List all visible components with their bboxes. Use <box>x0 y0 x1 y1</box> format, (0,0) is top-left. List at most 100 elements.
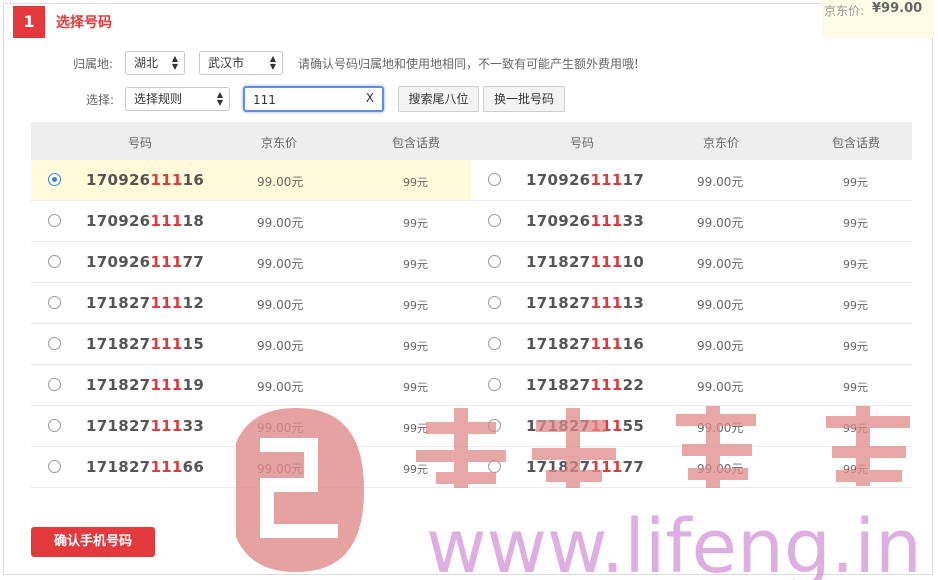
phone-number: 17182711177 <box>526 458 644 476</box>
number-option[interactable]: 17182711133 99.00元 99元 <box>31 406 471 446</box>
number-radio[interactable] <box>48 296 61 309</box>
price-value: ¥99.00 <box>872 1 923 16</box>
clear-search-icon[interactable]: X <box>366 91 374 105</box>
number-option[interactable]: 17182711155 99.00元 99元 <box>471 406 911 446</box>
number-option[interactable]: 17182711177 99.00元 99元 <box>471 447 911 487</box>
number-highlight: 111 <box>150 458 183 476</box>
number-option[interactable]: 17182711166 99.00元 99元 <box>31 447 471 487</box>
number-radio[interactable] <box>488 214 501 227</box>
number-option[interactable]: 17092611133 99.00元 99元 <box>471 201 911 241</box>
number-prefix: 171827 <box>526 253 591 271</box>
table-row: 17092611118 99.00元 99元 17092611133 99.00元 99元 <box>31 201 912 242</box>
location-hint: 请确认号码归属地和使用地相同，不一致有可能产生额外费用哦! <box>298 57 639 71</box>
rule-value: 选择规则 <box>134 92 183 106</box>
number-prefix: 170926 <box>526 212 591 230</box>
table-row: 17182711119 99.00元 99元 17182711122 99.00元 99元 <box>31 365 912 406</box>
table-row: 17092611116 99.00元 99元 17092611117 99.00元 99元 <box>31 160 912 201</box>
search-last-eight-button[interactable]: 搜索尾八位 <box>398 86 479 112</box>
number-radio[interactable] <box>488 173 501 186</box>
confirm-number-button[interactable]: 确认手机号码 <box>31 527 155 557</box>
table-row: 17182711115 99.00元 99元 17182711116 99.00元 99元 <box>31 324 912 365</box>
phone-number: 17182711155 <box>526 417 644 435</box>
number-prefix: 171827 <box>526 458 591 476</box>
number-option[interactable]: 17092611118 99.00元 99元 <box>31 201 471 241</box>
jd-price: 99.00元 <box>257 216 304 230</box>
jd-price: 99.00元 <box>257 462 304 476</box>
city-select[interactable]: 武汉市 ▲ ▼ <box>199 51 283 75</box>
table-row: 17092611177 99.00元 99元 17182711110 99.00元 99元 <box>31 242 912 283</box>
number-radio[interactable] <box>48 378 61 391</box>
number-radio[interactable] <box>48 214 61 227</box>
number-suffix: 12 <box>182 294 205 312</box>
jd-price: 99.00元 <box>257 421 304 435</box>
rule-select[interactable]: 选择规则 ▲ ▼ <box>125 87 230 111</box>
number-radio[interactable] <box>488 419 501 432</box>
number-highlight: 111 <box>150 294 183 312</box>
phone-number: 17182711112 <box>86 294 204 312</box>
number-radio[interactable] <box>488 460 501 473</box>
number-option[interactable]: 17092611117 99.00元 99元 <box>471 160 911 200</box>
included-fee: 99元 <box>843 258 868 271</box>
jd-price: 99.00元 <box>697 298 744 312</box>
number-radio[interactable] <box>48 173 61 186</box>
number-prefix: 171827 <box>526 294 591 312</box>
number-option[interactable]: 17182711115 99.00元 99元 <box>31 324 471 364</box>
number-highlight: 111 <box>150 417 183 435</box>
number-highlight: 111 <box>150 253 183 271</box>
number-radio[interactable] <box>48 460 61 473</box>
select-arrows-icon: ▲ ▼ <box>269 54 276 71</box>
jd-price: 99.00元 <box>697 421 744 435</box>
jd-price: 99.00元 <box>257 175 304 189</box>
location-label: 归属地: <box>73 57 114 71</box>
number-option[interactable]: 17182711112 99.00元 99元 <box>31 283 471 323</box>
number-radio[interactable] <box>48 255 61 268</box>
number-suffix: 10 <box>622 253 645 271</box>
number-radio[interactable] <box>48 419 61 432</box>
number-option[interactable]: 17182711110 99.00元 99元 <box>471 242 911 282</box>
header-price: 京东价 <box>703 136 740 150</box>
number-suffix: 17 <box>622 171 645 189</box>
number-radio[interactable] <box>488 255 501 268</box>
phone-number: 17182711122 <box>526 376 644 394</box>
number-highlight: 111 <box>590 294 623 312</box>
number-radio[interactable] <box>488 378 501 391</box>
phone-number: 17182711110 <box>526 253 644 271</box>
header-fee: 包含话费 <box>832 136 881 150</box>
number-highlight: 111 <box>150 376 183 394</box>
jd-price: 99.00元 <box>257 298 304 312</box>
number-option[interactable]: 17092611116 99.00元 99元 <box>31 160 471 200</box>
number-suffix: 15 <box>182 335 205 353</box>
number-radio[interactable] <box>488 296 501 309</box>
number-suffix: 77 <box>622 458 645 476</box>
phone-number: 17092611177 <box>86 253 204 271</box>
table-header: 号码 京东价 包含话费 号码 京东价 包含话费 <box>31 122 912 160</box>
number-search-input[interactable] <box>251 89 355 111</box>
number-option[interactable]: 17092611177 99.00元 99元 <box>31 242 471 282</box>
jd-price: 99.00元 <box>697 216 744 230</box>
refresh-numbers-button[interactable]: 换一批号码 <box>483 86 565 112</box>
number-highlight: 111 <box>590 253 623 271</box>
province-select[interactable]: 湖北 ▲ ▼ <box>125 51 185 75</box>
number-radio[interactable] <box>48 337 61 350</box>
number-option[interactable]: 17182711116 99.00元 99元 <box>471 324 911 364</box>
included-fee: 99元 <box>843 176 868 189</box>
number-prefix: 171827 <box>526 376 591 394</box>
jd-price: 99.00元 <box>257 257 304 271</box>
table-body: 170926 111 16 99.00元 99元 170926 111 17 99.00元 99元… <box>31 160 912 488</box>
phone-number: 17182711133 <box>86 417 204 435</box>
header-fee: 包含话费 <box>392 136 441 150</box>
phone-number: 17182711116 <box>526 335 644 353</box>
number-suffix: 16 <box>182 171 205 189</box>
number-prefix: 170926 <box>526 171 591 189</box>
number-suffix: 33 <box>182 417 205 435</box>
number-radio[interactable] <box>488 337 501 350</box>
jd-price: 99.00元 <box>697 175 744 189</box>
number-prefix: 171827 <box>86 294 151 312</box>
number-option[interactable]: 17182711113 99.00元 99元 <box>471 283 911 323</box>
number-option[interactable]: 17182711122 99.00元 99元 <box>471 365 911 405</box>
search-box: X <box>243 86 384 112</box>
number-suffix: 77 <box>182 253 205 271</box>
number-option[interactable]: 17182711119 99.00元 99元 <box>31 365 471 405</box>
number-suffix: 55 <box>622 417 645 435</box>
city-value: 武汉市 <box>208 56 245 70</box>
